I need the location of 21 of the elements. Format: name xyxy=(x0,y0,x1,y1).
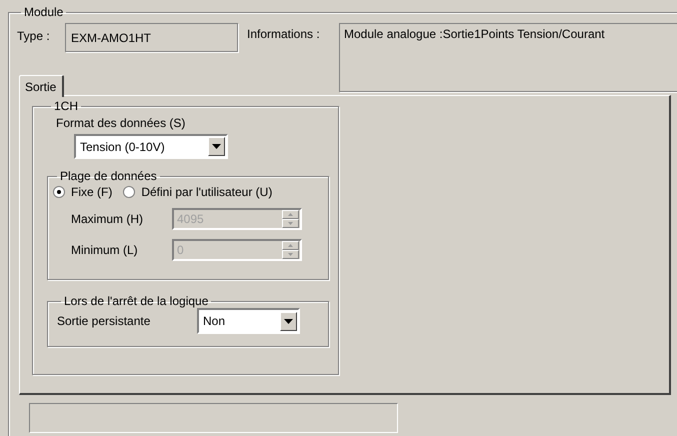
field-label: Minimum (L) xyxy=(71,243,139,257)
radio-button[interactable] xyxy=(53,186,65,198)
format-label: Format des données (S) xyxy=(56,116,186,130)
group-title: Module xyxy=(23,5,64,19)
format-dropdown[interactable]: Tension (0-10V) xyxy=(74,134,228,159)
radio-button[interactable] xyxy=(123,186,136,198)
info-label: Informations : xyxy=(247,27,321,41)
persist-label: Sortie persistante xyxy=(57,314,152,328)
type-field: EXM-AMO1HT xyxy=(65,23,238,52)
group-title: Plage de données xyxy=(59,169,158,183)
tab[interactable]: Sortie xyxy=(19,75,64,97)
spin-arrows-icon xyxy=(282,241,299,259)
radio-option[interactable]: Fixe (F) xyxy=(53,185,112,199)
field-label: Maximum (H) xyxy=(71,212,144,226)
info-field: Module analogue :Sortie1Points Tension/Courant xyxy=(339,23,677,92)
group-title: 1CH xyxy=(53,99,80,113)
spin-arrows-icon xyxy=(282,210,299,228)
type-label: Type : xyxy=(17,29,51,43)
group-title: Lors de l'arrêt de la logique xyxy=(63,294,210,308)
radio-option[interactable]: Défini par l'utilisateur (U) xyxy=(123,185,272,199)
persist-dropdown[interactable]: Non xyxy=(197,308,300,334)
